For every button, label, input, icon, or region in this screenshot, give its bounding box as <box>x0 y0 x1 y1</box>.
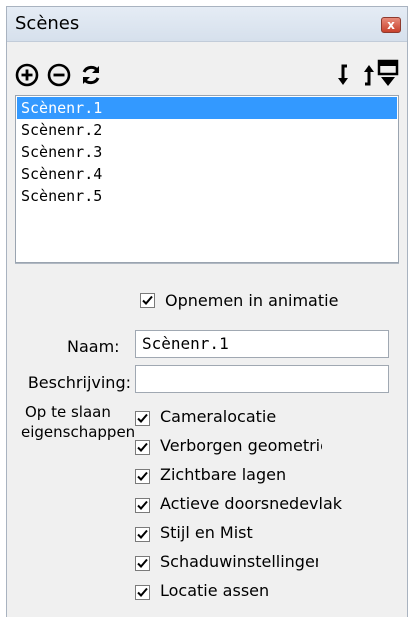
check-icon <box>137 500 148 510</box>
check-icon <box>142 295 153 305</box>
description-label: Beschrijving: <box>27 373 131 392</box>
check-icon <box>137 587 148 597</box>
property-checkbox-schaduwinstellingen[interactable] <box>135 556 150 571</box>
include-animation-label: Opnemen in animatie <box>165 291 339 310</box>
include-animation-checkbox[interactable] <box>140 293 155 308</box>
move-scene-up-icon[interactable] <box>359 63 375 87</box>
property-label: Schaduwinstellingen <box>160 552 318 571</box>
property-label: Zichtbare lagen <box>160 465 287 484</box>
property-label-clip: Schaduwinstellingen <box>160 552 318 576</box>
property-checkbox-locatie-assen[interactable] <box>135 585 150 600</box>
check-icon <box>137 413 148 423</box>
scene-item[interactable]: Scènenr.2 <box>17 119 397 141</box>
scenes-panel: Scènes x Scènenr.1 Scènenr.2 Scènenr.3 S… <box>6 6 408 617</box>
scene-item[interactable]: Scènenr.1 <box>17 97 397 119</box>
property-label: Cameralocatie <box>160 407 277 426</box>
scene-item[interactable]: Scènenr.5 <box>17 185 397 207</box>
scene-details-icon[interactable] <box>377 59 399 89</box>
property-checkbox-verborgen-geometrie[interactable] <box>135 440 150 455</box>
check-icon <box>137 558 148 568</box>
property-checkbox-stijl-en-mist[interactable] <box>135 527 150 542</box>
close-button[interactable]: x <box>381 17 401 33</box>
property-label: Locatie assen <box>160 581 270 600</box>
property-label-clip: Zichtbare lagen <box>160 465 385 489</box>
properties-label-clip: eigenschappen <box>21 423 137 445</box>
scene-item[interactable]: Scènenr.4 <box>17 163 397 185</box>
scene-item[interactable]: Scènenr.3 <box>17 141 397 163</box>
property-checkbox-cameralocatie[interactable] <box>135 411 150 426</box>
check-icon <box>137 442 148 452</box>
property-label: Verborgen geometrie <box>160 436 322 455</box>
check-icon <box>137 529 148 539</box>
name-label: Naam: <box>67 337 120 356</box>
move-scene-down-icon[interactable] <box>337 63 353 87</box>
remove-scene-icon[interactable] <box>47 63 71 87</box>
property-label-clip: Verborgen geometrie <box>160 436 322 460</box>
update-scene-icon[interactable] <box>79 63 103 87</box>
close-icon: x <box>387 18 395 32</box>
panel-title: Scènes <box>15 13 80 34</box>
property-label: Stijl en Mist <box>160 523 253 542</box>
add-scene-icon[interactable] <box>15 63 39 87</box>
panel-divider <box>15 263 399 264</box>
scene-list[interactable]: Scènenr.1 Scènenr.2 Scènenr.3 Scènenr.4 … <box>15 95 399 263</box>
property-label-clip: Cameralocatie <box>160 407 385 431</box>
properties-label-line2: eigenschappen <box>21 423 136 441</box>
properties-label-line1: Op te slaan <box>25 403 111 421</box>
title-bar[interactable]: Scènes x <box>7 7 407 42</box>
description-label-clip: Beschrijving: <box>23 373 131 397</box>
property-checkbox-zichtbare-lagen[interactable] <box>135 469 150 484</box>
property-label: Actieve doorsnedevlak <box>160 494 343 513</box>
name-field[interactable]: Scènenr.1 <box>135 330 389 358</box>
property-label-clip: Locatie assen <box>160 581 385 605</box>
property-label-clip: Stijl en Mist <box>160 523 385 547</box>
property-label-clip: Actieve doorsnedevlak <box>160 494 385 518</box>
description-field[interactable] <box>135 365 389 393</box>
property-checkbox-actieve-doorsnedevlak[interactable] <box>135 498 150 513</box>
check-icon <box>137 471 148 481</box>
